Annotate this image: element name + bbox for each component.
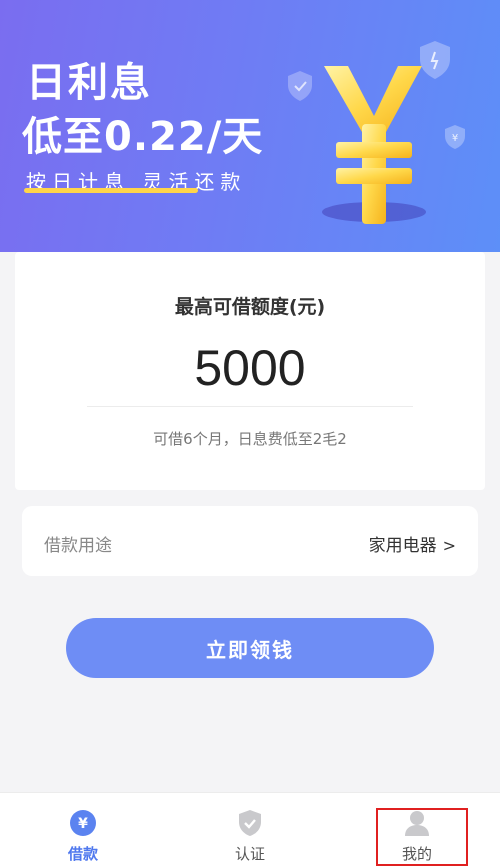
tagline-underline [24, 188, 198, 193]
yen-circle-icon: ¥ [70, 810, 96, 836]
nav-item-loan[interactable]: ¥ 借款 [0, 793, 166, 866]
loan-purpose-row[interactable]: 借款用途 家用电器 > [22, 506, 478, 576]
shield-deco-icon [288, 71, 312, 101]
shield-check-icon [239, 810, 261, 836]
banner-title: 日利息 [26, 60, 152, 106]
banner-subtitle: 低至0.22/天 [22, 114, 264, 160]
loan-purpose-label: 借款用途 [44, 536, 112, 556]
svg-text:¥: ¥ [452, 133, 458, 144]
yen-3d-icon [324, 66, 422, 224]
shield-deco-icon: ¥ [445, 125, 465, 149]
divider [87, 406, 413, 407]
quota-label: 最高可借额度(元) [174, 296, 326, 318]
get-money-button[interactable]: 立即领钱 [66, 618, 434, 678]
quota-amount: 5000 [194, 340, 306, 396]
nav-item-verify[interactable]: 认证 [167, 793, 333, 866]
svg-text:¥: ¥ [78, 816, 88, 832]
highlight-box [376, 808, 468, 866]
loan-purpose-value[interactable]: 家用电器 > [369, 531, 456, 556]
chevron-right-icon: > [442, 536, 456, 555]
nav-label-verify: 认证 [234, 845, 265, 863]
quota-card: 最高可借额度(元) 5000 可借6个月，日息费低至2毛2 [15, 252, 485, 490]
nav-label-loan: 借款 [67, 845, 98, 863]
loan-purpose-value-text: 家用电器 [368, 536, 437, 556]
promo-banner[interactable]: 日利息 低至0.22/天 按日计息 灵活还款 ¥ [0, 0, 500, 252]
quota-note: 可借6个月，日息费低至2毛2 [153, 430, 347, 448]
